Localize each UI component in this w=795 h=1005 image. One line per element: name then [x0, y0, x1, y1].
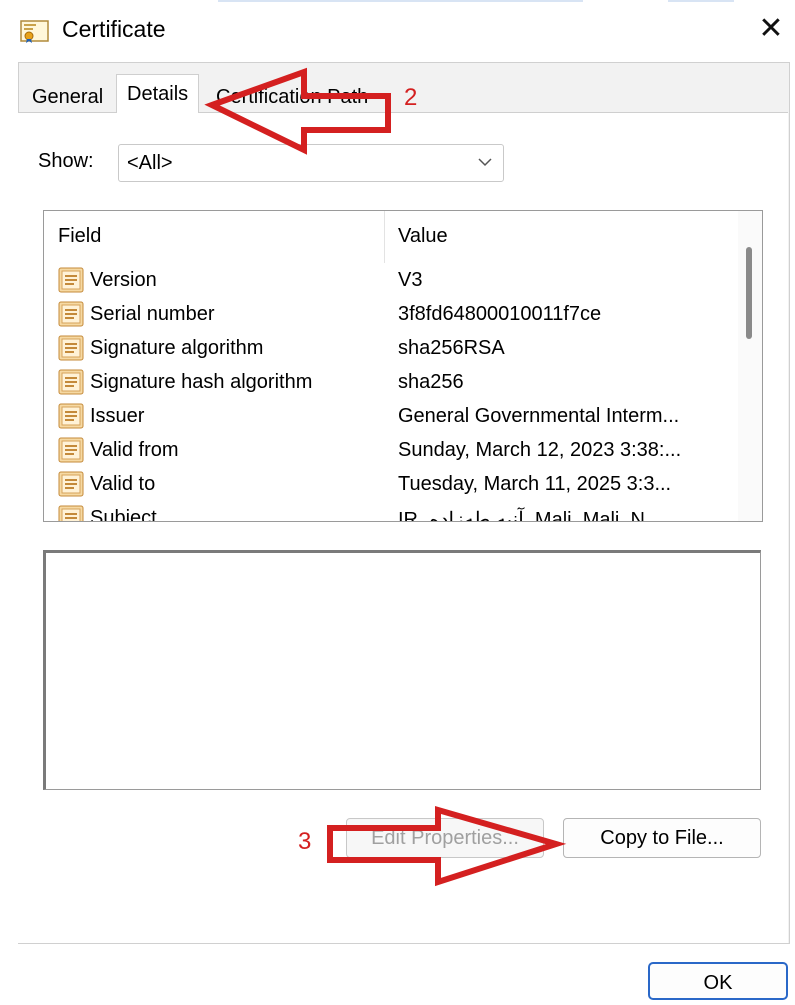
- annotation-arrow-left: [204, 67, 391, 155]
- annotation-overlay: [204, 67, 567, 887]
- annotation-arrow-right: [327, 806, 567, 887]
- annotation-step-3: 3: [298, 828, 312, 855]
- annotation-step-2: 2: [404, 84, 418, 111]
